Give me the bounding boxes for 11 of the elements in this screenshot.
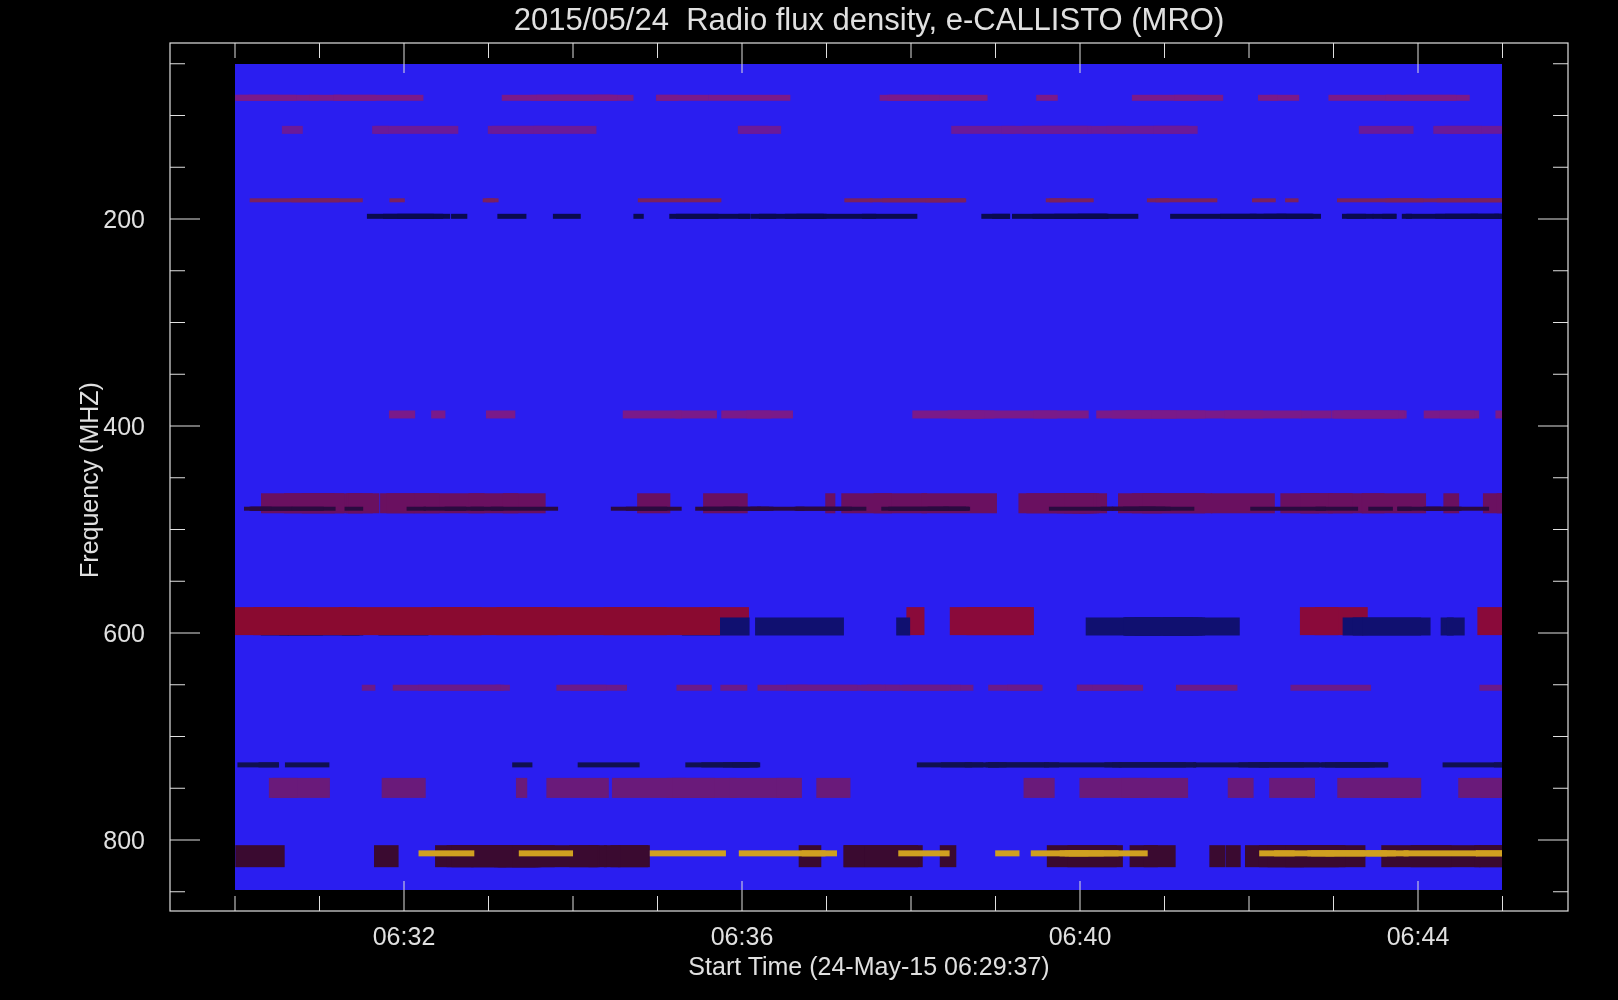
x-tick-label: 06:36 bbox=[710, 922, 774, 950]
y-axis-label: Frequency (MHZ) bbox=[75, 382, 103, 578]
y-tick-label: 600 bbox=[103, 619, 145, 647]
chart-title: 2015/05/24 Radio flux density, e-CALLISTO (MRO) bbox=[513, 2, 1225, 37]
y-tick-label: 200 bbox=[103, 205, 145, 233]
y-tick-label: 800 bbox=[103, 826, 145, 854]
x-tick-label: 06:44 bbox=[1386, 922, 1450, 950]
y-tick-label: 400 bbox=[103, 412, 145, 440]
x-tick-label: 06:40 bbox=[1048, 922, 1112, 950]
x-tick-label: 06:32 bbox=[372, 922, 436, 950]
x-axis-label: Start Time (24-May-15 06:29:37) bbox=[688, 952, 1050, 980]
